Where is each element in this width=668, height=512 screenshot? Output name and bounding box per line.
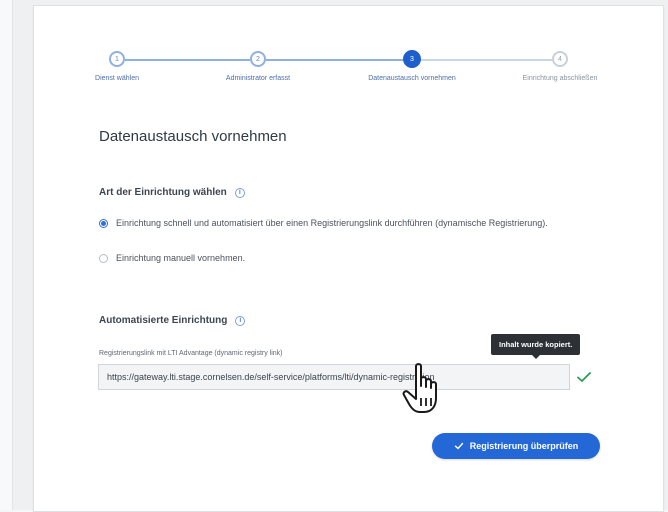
step-connector-1 <box>125 59 250 61</box>
progress-stepper: 1 2 3 4 Dienst wählen Administrator erfa… <box>34 6 663 96</box>
setup-type-heading-text: Art der Einrichtung wählen <box>99 187 227 198</box>
step-3-label: Datenaustausch vornehmen <box>368 75 456 82</box>
radio-button-selected[interactable] <box>99 219 108 228</box>
page-title: Datenaustausch vornehmen <box>99 128 287 145</box>
info-icon[interactable]: i <box>235 315 246 326</box>
registration-link-label: Registrierungslink mit LTI Advantage (dy… <box>99 350 283 357</box>
step-connector-3 <box>421 59 552 61</box>
app-frame: 1 2 3 4 Dienst wählen Administrator erfa… <box>0 0 668 512</box>
registration-link-field[interactable]: https://gateway.lti.stage.cornelsen.de/s… <box>98 364 570 390</box>
info-icon[interactable]: i <box>234 187 245 198</box>
step-2-circle[interactable]: 2 <box>250 51 266 67</box>
radio-option-manual[interactable]: Einrichtung manuell vornehmen. <box>99 252 245 265</box>
step-2-label[interactable]: Administrator erfasst <box>226 75 290 82</box>
step-4-circle: 4 <box>552 51 568 67</box>
radio-option-dynamic-label[interactable]: Einrichtung schnell und automatisiert üb… <box>116 217 548 230</box>
check-icon <box>577 372 591 382</box>
step-1-circle[interactable]: 1 <box>109 51 125 67</box>
checkmark-icon <box>454 442 463 450</box>
automated-heading: Automatisierte Einrichtung i <box>99 315 246 326</box>
step-connector-2 <box>266 59 403 61</box>
step-1-label[interactable]: Dienst wählen <box>95 75 139 82</box>
hand-pointer-cursor-icon <box>402 363 437 413</box>
check-registration-label[interactable]: Registrierung überprüfen <box>470 441 579 451</box>
setup-type-heading: Art der Einrichtung wählen i <box>99 187 245 198</box>
left-sidebar-strip <box>0 0 13 510</box>
radio-option-manual-label[interactable]: Einrichtung manuell vornehmen. <box>116 252 245 265</box>
check-registration-button[interactable]: Registrierung überprüfen <box>432 433 600 459</box>
automated-heading-text: Automatisierte Einrichtung <box>99 315 228 326</box>
step-3-circle: 3 <box>403 50 421 68</box>
radio-button-unselected[interactable] <box>99 254 108 263</box>
radio-option-dynamic[interactable]: Einrichtung schnell und automatisiert üb… <box>99 217 589 230</box>
step-4-label: Einrichtung abschließen <box>522 75 598 82</box>
setup-panel: 1 2 3 4 Dienst wählen Administrator erfa… <box>33 5 664 512</box>
copied-tooltip: Inhalt wurde kopiert. <box>491 334 581 355</box>
